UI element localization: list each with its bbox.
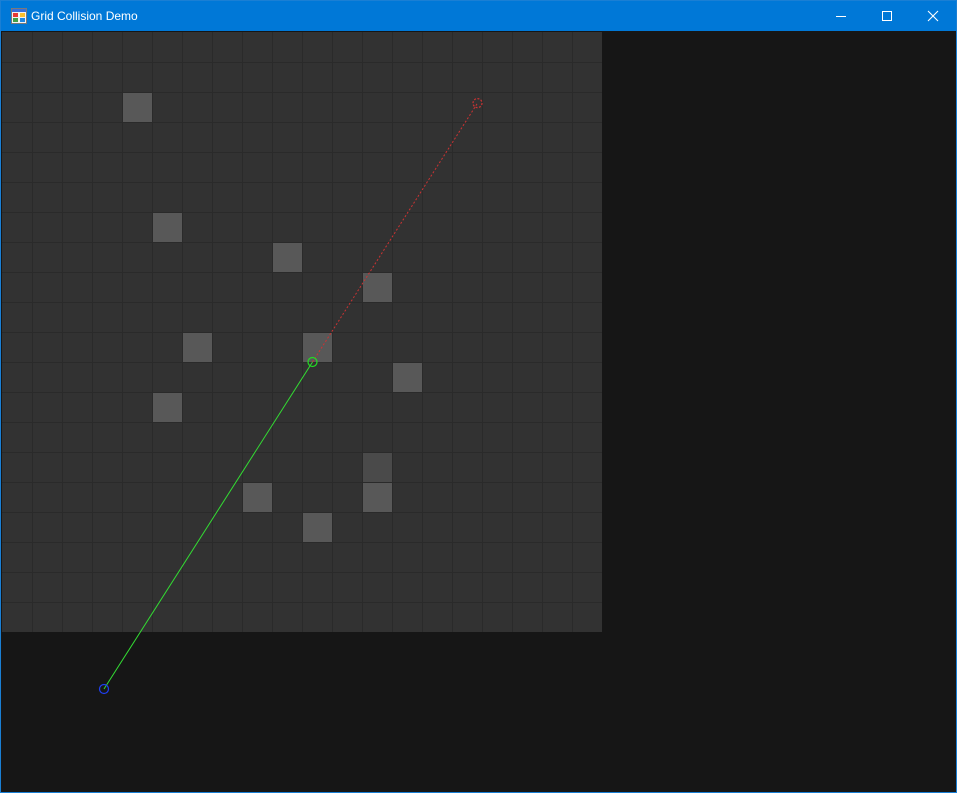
close-icon [927,10,939,22]
blocked-cell[interactable] [152,212,182,242]
blocked-cell[interactable] [392,362,422,392]
blocked-cell[interactable] [362,482,392,512]
grid-canvas[interactable] [2,32,956,792]
app-window: Grid Collision Demo [0,0,957,793]
maximize-icon [882,11,892,21]
blocked-cell[interactable] [242,482,272,512]
blocked-cell[interactable] [362,452,392,482]
blocked-cell[interactable] [302,512,332,542]
maximize-button[interactable] [864,1,910,31]
blocked-cell[interactable] [302,332,332,362]
blocked-cell[interactable] [272,242,302,272]
title-bar[interactable]: Grid Collision Demo [1,1,956,31]
blocked-cell[interactable] [152,392,182,422]
minimize-button[interactable] [818,1,864,31]
app-window-icon[interactable] [11,8,27,24]
blocked-cell[interactable] [122,92,152,122]
minimize-icon [836,16,846,17]
client-area[interactable] [2,32,956,792]
blocked-cell[interactable] [182,332,212,362]
close-button[interactable] [910,1,956,31]
window-title: Grid Collision Demo [31,9,138,23]
